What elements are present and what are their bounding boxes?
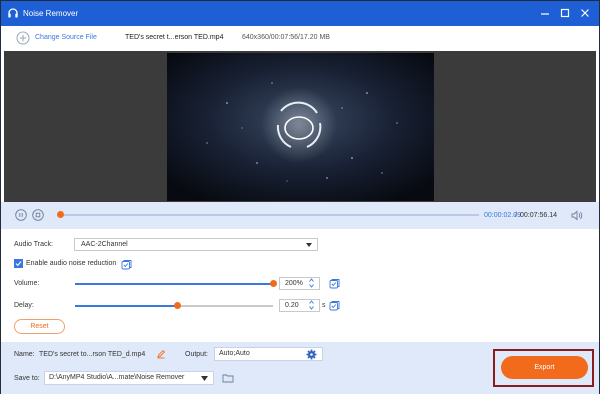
save-path-value: D:\AnyMP4 Studio\A...mate\Noise Remover	[49, 374, 185, 381]
copy-settings-icon[interactable]	[329, 300, 340, 311]
output-footer: Name: TED's secret to...rson TED_d.mp4 O…	[1, 342, 599, 394]
close-icon[interactable]	[578, 6, 592, 20]
add-circle-icon[interactable]	[16, 31, 30, 45]
name-label: Name:	[14, 351, 35, 358]
playback-bar: 00:00:02.09 / 00:07:56.14	[1, 202, 599, 229]
minimize-icon[interactable]	[538, 6, 552, 20]
time-separator: /	[515, 212, 517, 219]
speaker-icon[interactable]	[571, 210, 583, 221]
progress-track[interactable]	[59, 214, 479, 216]
video-frame	[167, 53, 434, 201]
total-time: 00:07:56.14	[520, 212, 557, 219]
dropdown-arrow-icon	[306, 243, 312, 247]
file-bar: Change Source File TED's secret t...erso…	[1, 26, 599, 51]
volume-slider-thumb[interactable]	[269, 280, 277, 287]
reset-button[interactable]: Reset	[14, 319, 65, 334]
export-button[interactable]: Export	[501, 356, 588, 379]
export-highlight-frame: Export	[493, 349, 594, 387]
edit-pencil-icon[interactable]	[156, 349, 166, 359]
volume-stepper-icon[interactable]	[308, 277, 315, 289]
folder-icon[interactable]	[222, 372, 234, 384]
settings-panel: Audio Track: AAC-2Channel Enable audio n…	[1, 229, 599, 342]
maximize-icon[interactable]	[558, 6, 572, 20]
pause-icon[interactable]	[15, 209, 27, 221]
noise-remover-window: Noise Remover Change Source File TED's s…	[0, 0, 600, 394]
save-path-box[interactable]: D:\AnyMP4 Studio\A...mate\Noise Remover	[44, 371, 214, 385]
copy-settings-icon[interactable]	[329, 278, 340, 289]
delay-value: 0.20	[285, 302, 299, 309]
output-label: Output:	[185, 351, 208, 358]
audio-track-value: AAC-2Channel	[81, 241, 128, 248]
checkmark-icon	[15, 261, 22, 267]
dropdown-arrow-icon[interactable]	[201, 376, 208, 381]
audio-track-label: Audio Track:	[14, 241, 53, 248]
gear-icon[interactable]	[306, 349, 317, 360]
output-file-name: TED's secret to...rson TED_d.mp4	[39, 351, 146, 358]
change-source-file-link[interactable]: Change Source File	[35, 34, 97, 41]
noise-reduction-label: Enable audio noise reduction	[26, 260, 117, 267]
source-file-name: TED's secret t...erson TED.mp4	[125, 34, 224, 41]
volume-slider-fill	[75, 283, 273, 285]
delay-slider-thumb[interactable]	[174, 302, 182, 309]
delay-label: Delay:	[14, 302, 34, 309]
source-file-info: 640x360/00:07:56/17.20 MB	[242, 34, 330, 41]
delay-unit: s	[322, 302, 326, 309]
video-image	[167, 53, 434, 201]
output-format-value: Auto;Auto	[219, 350, 250, 357]
delay-stepper-icon[interactable]	[308, 299, 315, 311]
noise-reduction-checkbox[interactable]	[14, 259, 23, 268]
copy-settings-icon[interactable]	[121, 259, 132, 270]
save-to-label: Save to:	[14, 375, 40, 382]
volume-value: 200%	[285, 280, 303, 287]
window-title: Noise Remover	[23, 9, 79, 18]
audio-track-select[interactable]: AAC-2Channel	[74, 238, 318, 251]
volume-label: Volume:	[14, 280, 40, 287]
headphones-icon	[8, 8, 18, 18]
volume-slider[interactable]	[75, 283, 273, 285]
progress-thumb[interactable]	[57, 211, 65, 218]
title-bar: Noise Remover	[1, 1, 599, 26]
stop-icon[interactable]	[32, 209, 44, 221]
delay-slider-fill	[75, 305, 178, 307]
